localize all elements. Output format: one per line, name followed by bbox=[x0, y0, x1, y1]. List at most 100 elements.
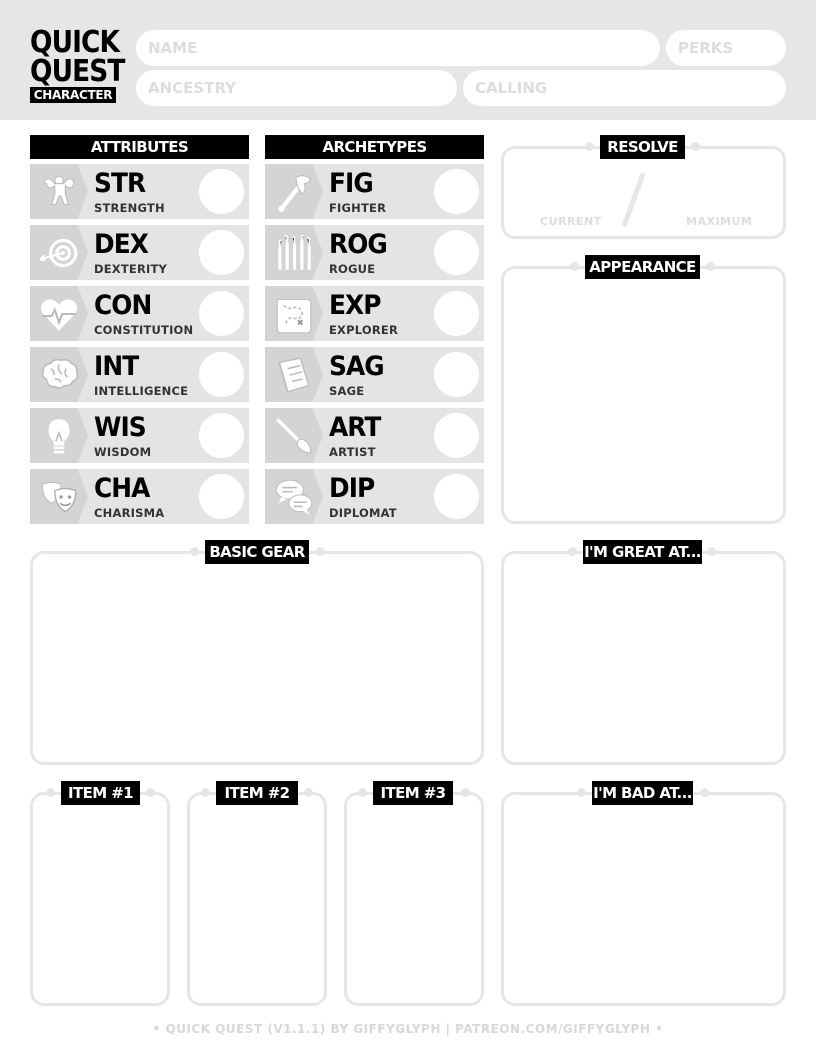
brain-icon bbox=[30, 347, 88, 402]
archetype-row-exp: EXP EXPLORER bbox=[265, 286, 484, 341]
tab-dot bbox=[706, 262, 715, 271]
archetype-score-circle[interactable] bbox=[431, 349, 482, 400]
battle-axe-icon bbox=[265, 164, 323, 219]
basic-gear-box[interactable] bbox=[30, 551, 484, 765]
archetype-name: EXPLORER bbox=[329, 323, 399, 337]
attribute-abbr: CHA bbox=[94, 473, 150, 504]
basic-gear-heading: BASIC GEAR bbox=[205, 540, 309, 564]
appearance-heading: APPEARANCE bbox=[585, 255, 700, 279]
archetype-abbr: ART bbox=[329, 412, 381, 443]
attribute-row-cha: CHA CHARISMA bbox=[30, 469, 249, 524]
tab-dot bbox=[570, 262, 579, 271]
calling-field-wrapper bbox=[463, 70, 786, 106]
tab-dot bbox=[461, 788, 470, 797]
tab-dot bbox=[707, 547, 716, 556]
archetype-row-dip: DIP DIPLOMAT bbox=[265, 469, 484, 524]
archetype-abbr: SAG bbox=[329, 351, 385, 382]
tab-dot bbox=[316, 547, 325, 556]
item-2-box[interactable] bbox=[187, 792, 327, 1006]
ancestry-field[interactable] bbox=[148, 70, 457, 106]
archetype-abbr: ROG bbox=[329, 229, 388, 260]
archetype-row-rog: ROG ROGUE bbox=[265, 225, 484, 280]
item-3-heading: ITEM #3 bbox=[373, 781, 453, 805]
attribute-abbr: CON bbox=[94, 290, 152, 321]
resolve-heading: RESOLVE bbox=[600, 135, 685, 159]
item-3-box[interactable] bbox=[344, 792, 484, 1006]
archetype-row-sag: SAG SAGE bbox=[265, 347, 484, 402]
logo-line-quick: QUICK bbox=[30, 25, 120, 60]
logo-line-character: CHARACTER bbox=[30, 87, 116, 103]
attribute-name: STRENGTH bbox=[94, 201, 165, 215]
attribute-score-circle[interactable] bbox=[196, 166, 247, 217]
tab-dot bbox=[585, 142, 594, 151]
archetype-name: ARTIST bbox=[329, 445, 376, 459]
attribute-abbr: WIS bbox=[94, 412, 147, 443]
tab-dot bbox=[700, 788, 709, 797]
attribute-name: INTELLIGENCE bbox=[94, 384, 189, 398]
item-1-box[interactable] bbox=[30, 792, 170, 1006]
attribute-score-circle[interactable] bbox=[196, 227, 247, 278]
attribute-row-con: CON CONSTITUTION bbox=[30, 286, 249, 341]
quick-quest-logo: QUICK QUEST CHARACTER bbox=[30, 25, 125, 103]
attribute-row-wis: WIS WISDOM bbox=[30, 408, 249, 463]
attribute-score-circle[interactable] bbox=[196, 471, 247, 522]
footer-credit: • QUICK QUEST (V1.1.1) BY GIFFYGLYPH | P… bbox=[152, 1022, 664, 1036]
perks-field-wrapper bbox=[666, 30, 786, 66]
tab-dot bbox=[568, 547, 577, 556]
attribute-abbr: STR bbox=[94, 168, 146, 199]
archetype-abbr: DIP bbox=[329, 473, 375, 504]
attribute-name: CONSTITUTION bbox=[94, 323, 194, 337]
logo-line-quest: QUEST bbox=[30, 54, 125, 89]
archetype-score-circle[interactable] bbox=[431, 166, 482, 217]
bad-at-heading: I'M BAD AT... bbox=[592, 781, 693, 805]
attribute-score-circle[interactable] bbox=[196, 349, 247, 400]
tab-dot bbox=[691, 142, 700, 151]
resolve-maximum-label: MAXIMUM bbox=[686, 215, 753, 228]
tab-dot bbox=[577, 788, 586, 797]
lightbulb-icon bbox=[30, 408, 88, 463]
archetype-row-fig: FIG FIGHTER bbox=[265, 164, 484, 219]
archetype-abbr: EXP bbox=[329, 290, 381, 321]
heartbeat-icon bbox=[30, 286, 88, 341]
attribute-name: DEXTERITY bbox=[94, 262, 168, 276]
treasure-map-icon bbox=[265, 286, 323, 341]
attributes-heading: ATTRIBUTES bbox=[30, 135, 249, 159]
strongman-icon bbox=[30, 164, 88, 219]
calling-field[interactable] bbox=[475, 70, 786, 106]
archetypes-heading: ARCHETYPES bbox=[265, 135, 484, 159]
tab-dot bbox=[304, 788, 313, 797]
tab-dot bbox=[146, 788, 155, 797]
lockpicks-icon bbox=[265, 225, 323, 280]
tab-dot bbox=[190, 547, 199, 556]
archetype-score-circle[interactable] bbox=[431, 288, 482, 339]
attribute-score-circle[interactable] bbox=[196, 410, 247, 461]
name-field[interactable] bbox=[148, 30, 660, 66]
ancestry-field-wrapper bbox=[136, 70, 457, 106]
book-icon bbox=[265, 347, 323, 402]
perks-field[interactable] bbox=[678, 30, 786, 66]
tab-dot bbox=[358, 788, 367, 797]
great-at-heading: I'M GREAT AT... bbox=[583, 540, 702, 564]
item-2-heading: ITEM #2 bbox=[216, 781, 298, 805]
attribute-abbr: DEX bbox=[94, 229, 149, 260]
speech-bubbles-icon bbox=[265, 469, 323, 524]
appearance-box[interactable] bbox=[501, 266, 786, 524]
archetype-score-circle[interactable] bbox=[431, 227, 482, 278]
archetype-name: ROGUE bbox=[329, 262, 376, 276]
attribute-row-int: INT INTELLIGENCE bbox=[30, 347, 249, 402]
attribute-name: CHARISMA bbox=[94, 506, 165, 520]
attribute-row-dex: DEX DEXTERITY bbox=[30, 225, 249, 280]
bad-at-box[interactable] bbox=[501, 792, 786, 1006]
archetype-score-circle[interactable] bbox=[431, 410, 482, 461]
archetype-name: FIGHTER bbox=[329, 201, 387, 215]
paintbrush-icon bbox=[265, 408, 323, 463]
tab-dot bbox=[46, 788, 55, 797]
attribute-score-circle[interactable] bbox=[196, 288, 247, 339]
great-at-box[interactable] bbox=[501, 551, 786, 765]
tab-dot bbox=[201, 788, 210, 797]
attribute-abbr: INT bbox=[94, 351, 139, 382]
archetype-abbr: FIG bbox=[329, 168, 374, 199]
archetype-score-circle[interactable] bbox=[431, 471, 482, 522]
resolve-current-label: CURRENT bbox=[540, 215, 602, 228]
attribute-name: WISDOM bbox=[94, 445, 152, 459]
